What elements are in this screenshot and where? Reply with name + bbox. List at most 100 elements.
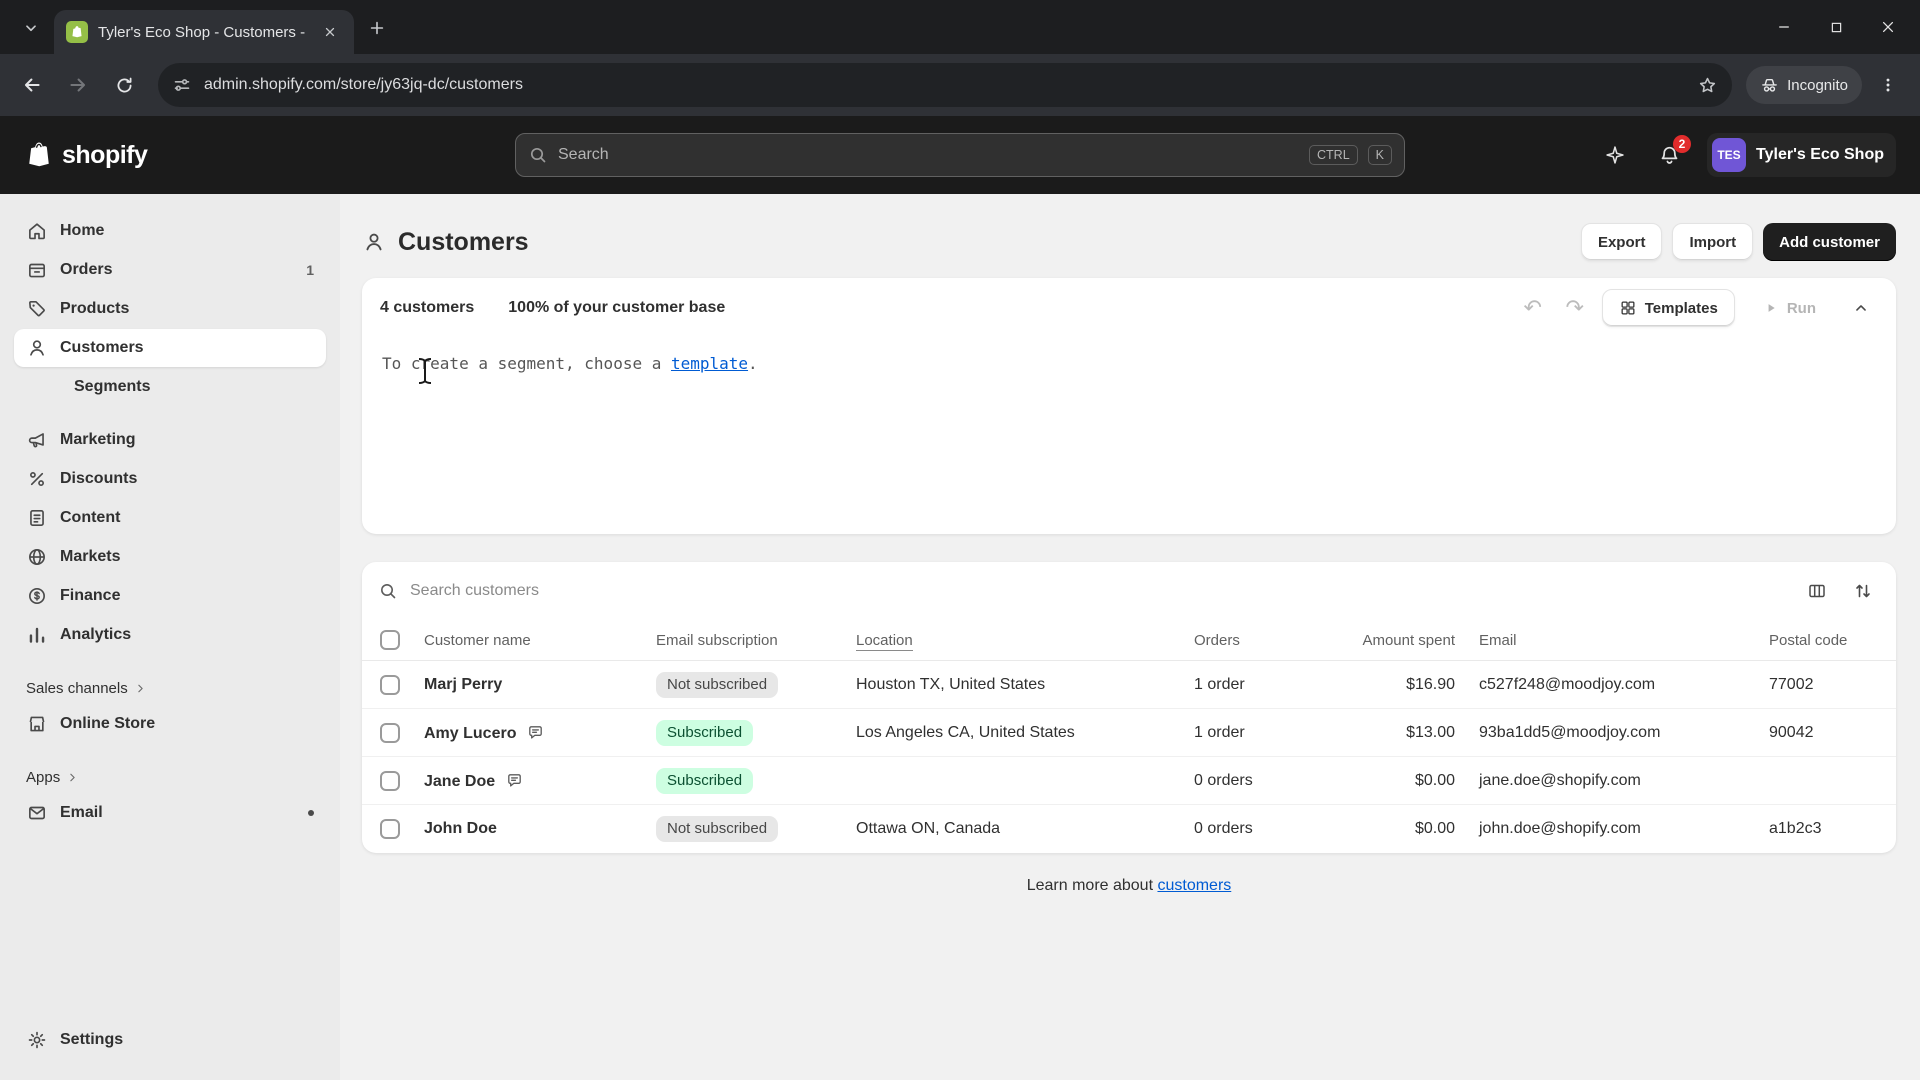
segment-editor[interactable]: To create a segment, choose a template. — [362, 338, 1896, 534]
customer-postal — [1757, 757, 1896, 805]
sidebar-item-online-store[interactable]: Online Store — [14, 705, 326, 743]
page-title: Customers — [362, 228, 529, 257]
notifications-bell[interactable]: 2 — [1653, 139, 1685, 171]
browser-window: Tyler's Eco Shop - Customers - S — [0, 0, 1920, 1080]
column-customer-name[interactable]: Customer name — [412, 620, 644, 661]
back-button[interactable] — [12, 65, 52, 105]
browser-tab-active[interactable]: Tyler's Eco Shop - Customers - S — [54, 10, 354, 54]
address-bar[interactable]: admin.shopify.com/store/jy63jq-dc/custom… — [158, 63, 1732, 107]
customers-table-card: Customer name Email subscription Locatio… — [362, 562, 1896, 853]
row-checkbox[interactable] — [380, 771, 400, 791]
customer-email: john.doe@shopify.com — [1467, 805, 1757, 853]
undo-icon[interactable]: ↶ — [1518, 296, 1548, 321]
new-tab-button[interactable] — [360, 11, 394, 45]
search-customers-input[interactable] — [410, 582, 1788, 600]
sidebar-item-analytics[interactable]: Analytics — [14, 616, 326, 654]
window-maximize-button[interactable] — [1810, 0, 1862, 54]
customer-row[interactable]: Marj PerryNot subscribedHouston TX, Unit… — [362, 661, 1896, 709]
sort-icon[interactable] — [1846, 574, 1880, 608]
redo-icon[interactable]: ↷ — [1560, 296, 1590, 321]
finance-icon — [26, 585, 48, 607]
template-link[interactable]: template — [671, 354, 748, 373]
shopify-logo[interactable]: shopify — [24, 140, 147, 170]
import-button[interactable]: Import — [1672, 223, 1753, 261]
column-amount-spent[interactable]: Amount spent — [1322, 620, 1467, 661]
sidebar-item-customers[interactable]: Customers — [14, 329, 326, 367]
customers-help-link[interactable]: customers — [1157, 877, 1231, 894]
column-orders[interactable]: Orders — [1182, 620, 1322, 661]
collapse-chevron-icon[interactable] — [1844, 291, 1878, 325]
sales-channels-label: Sales channels — [26, 680, 128, 697]
row-checkbox[interactable] — [380, 819, 400, 839]
store-avatar: TES — [1712, 138, 1746, 172]
sidebar-label: Email — [60, 804, 103, 822]
sidebar-item-segments[interactable]: Segments — [14, 368, 326, 406]
customer-amount: $0.00 — [1322, 757, 1467, 805]
segment-panel: 4 customers 100% of your customer base ↶… — [362, 278, 1896, 534]
sales-channels-section[interactable]: Sales channels — [14, 671, 326, 705]
sidebar-item-marketing[interactable]: Marketing — [14, 421, 326, 459]
templates-grid-icon — [1619, 299, 1637, 317]
global-search[interactable]: CTRL K — [515, 133, 1405, 177]
customer-row[interactable]: Amy LuceroSubscribedLos Angeles CA, Unit… — [362, 709, 1896, 757]
shopify-wordmark: shopify — [62, 141, 147, 170]
segment-editor-text-suffix: . — [748, 354, 758, 373]
sidebar-item-content[interactable]: Content — [14, 499, 326, 537]
sidebar-item-markets[interactable]: Markets — [14, 538, 326, 576]
sidebar-label: Content — [60, 509, 120, 527]
sidebar-item-finance[interactable]: Finance — [14, 577, 326, 615]
row-checkbox[interactable] — [380, 723, 400, 743]
browser-toolbar: admin.shopify.com/store/jy63jq-dc/custom… — [0, 54, 1920, 116]
customer-row[interactable]: John DoeNot subscribedOttawa ON, Canada0… — [362, 805, 1896, 853]
sidebar-label: Finance — [60, 587, 120, 605]
store-menu[interactable]: TES Tyler's Eco Shop — [1707, 133, 1896, 177]
table-footer: Learn more about customers — [362, 853, 1896, 895]
store-name: Tyler's Eco Shop — [1756, 146, 1884, 164]
column-email-subscription[interactable]: Email subscription — [644, 620, 844, 661]
sidebar-item-settings[interactable]: Settings — [14, 1021, 326, 1059]
email-notification-dot — [308, 810, 314, 816]
window-controls — [1758, 0, 1914, 54]
column-location[interactable]: Location — [844, 620, 1182, 661]
tab-close-icon[interactable] — [318, 20, 342, 44]
window-minimize-button[interactable] — [1758, 0, 1810, 54]
sidebar-item-email[interactable]: Email — [14, 794, 326, 832]
sidebar-label: Markets — [60, 548, 120, 566]
tab-search-button[interactable] — [14, 11, 48, 45]
online-store-icon — [26, 713, 48, 735]
segment-editor-text: To create a segment, choose a — [382, 354, 671, 373]
apps-section[interactable]: Apps — [14, 760, 326, 794]
forward-button[interactable] — [58, 65, 98, 105]
sidebar-item-home[interactable]: Home — [14, 212, 326, 250]
sidebar-item-discounts[interactable]: Discounts — [14, 460, 326, 498]
window-close-button[interactable] — [1862, 0, 1914, 54]
bookmark-star-icon[interactable] — [1697, 75, 1718, 96]
site-info-icon[interactable] — [172, 75, 192, 95]
sidebar-item-products[interactable]: Products — [14, 290, 326, 328]
column-email[interactable]: Email — [1467, 620, 1757, 661]
email-icon — [26, 802, 48, 824]
customer-orders: 0 orders — [1182, 805, 1322, 853]
customer-row[interactable]: Jane DoeSubscribed0 orders$0.00jane.doe@… — [362, 757, 1896, 805]
edit-columns-icon[interactable] — [1800, 574, 1834, 608]
play-icon — [1763, 300, 1779, 316]
select-all-checkbox[interactable] — [380, 630, 400, 650]
export-button[interactable]: Export — [1581, 223, 1663, 261]
discounts-icon — [26, 468, 48, 490]
url-text: admin.shopify.com/store/jy63jq-dc/custom… — [204, 76, 1685, 94]
browser-menu-button[interactable] — [1868, 65, 1908, 105]
run-button[interactable]: Run — [1747, 289, 1832, 327]
row-checkbox[interactable] — [380, 675, 400, 695]
templates-button[interactable]: Templates — [1602, 289, 1735, 327]
sidebar-item-orders[interactable]: Orders 1 — [14, 251, 326, 289]
sidekick-icon[interactable] — [1599, 139, 1631, 171]
add-customer-button[interactable]: Add customer — [1763, 223, 1896, 261]
reload-button[interactable] — [104, 65, 144, 105]
orders-count-badge: 1 — [306, 262, 314, 278]
column-postal-code[interactable]: Postal code — [1757, 620, 1896, 661]
global-search-input[interactable] — [558, 146, 1299, 164]
customer-name: Amy Lucero — [424, 725, 516, 742]
sidebar-label: Products — [60, 300, 129, 318]
sidebar-nav: Home Orders 1 Products Customers Segment… — [0, 194, 340, 1080]
customer-count-label: 4 customers — [380, 299, 474, 317]
